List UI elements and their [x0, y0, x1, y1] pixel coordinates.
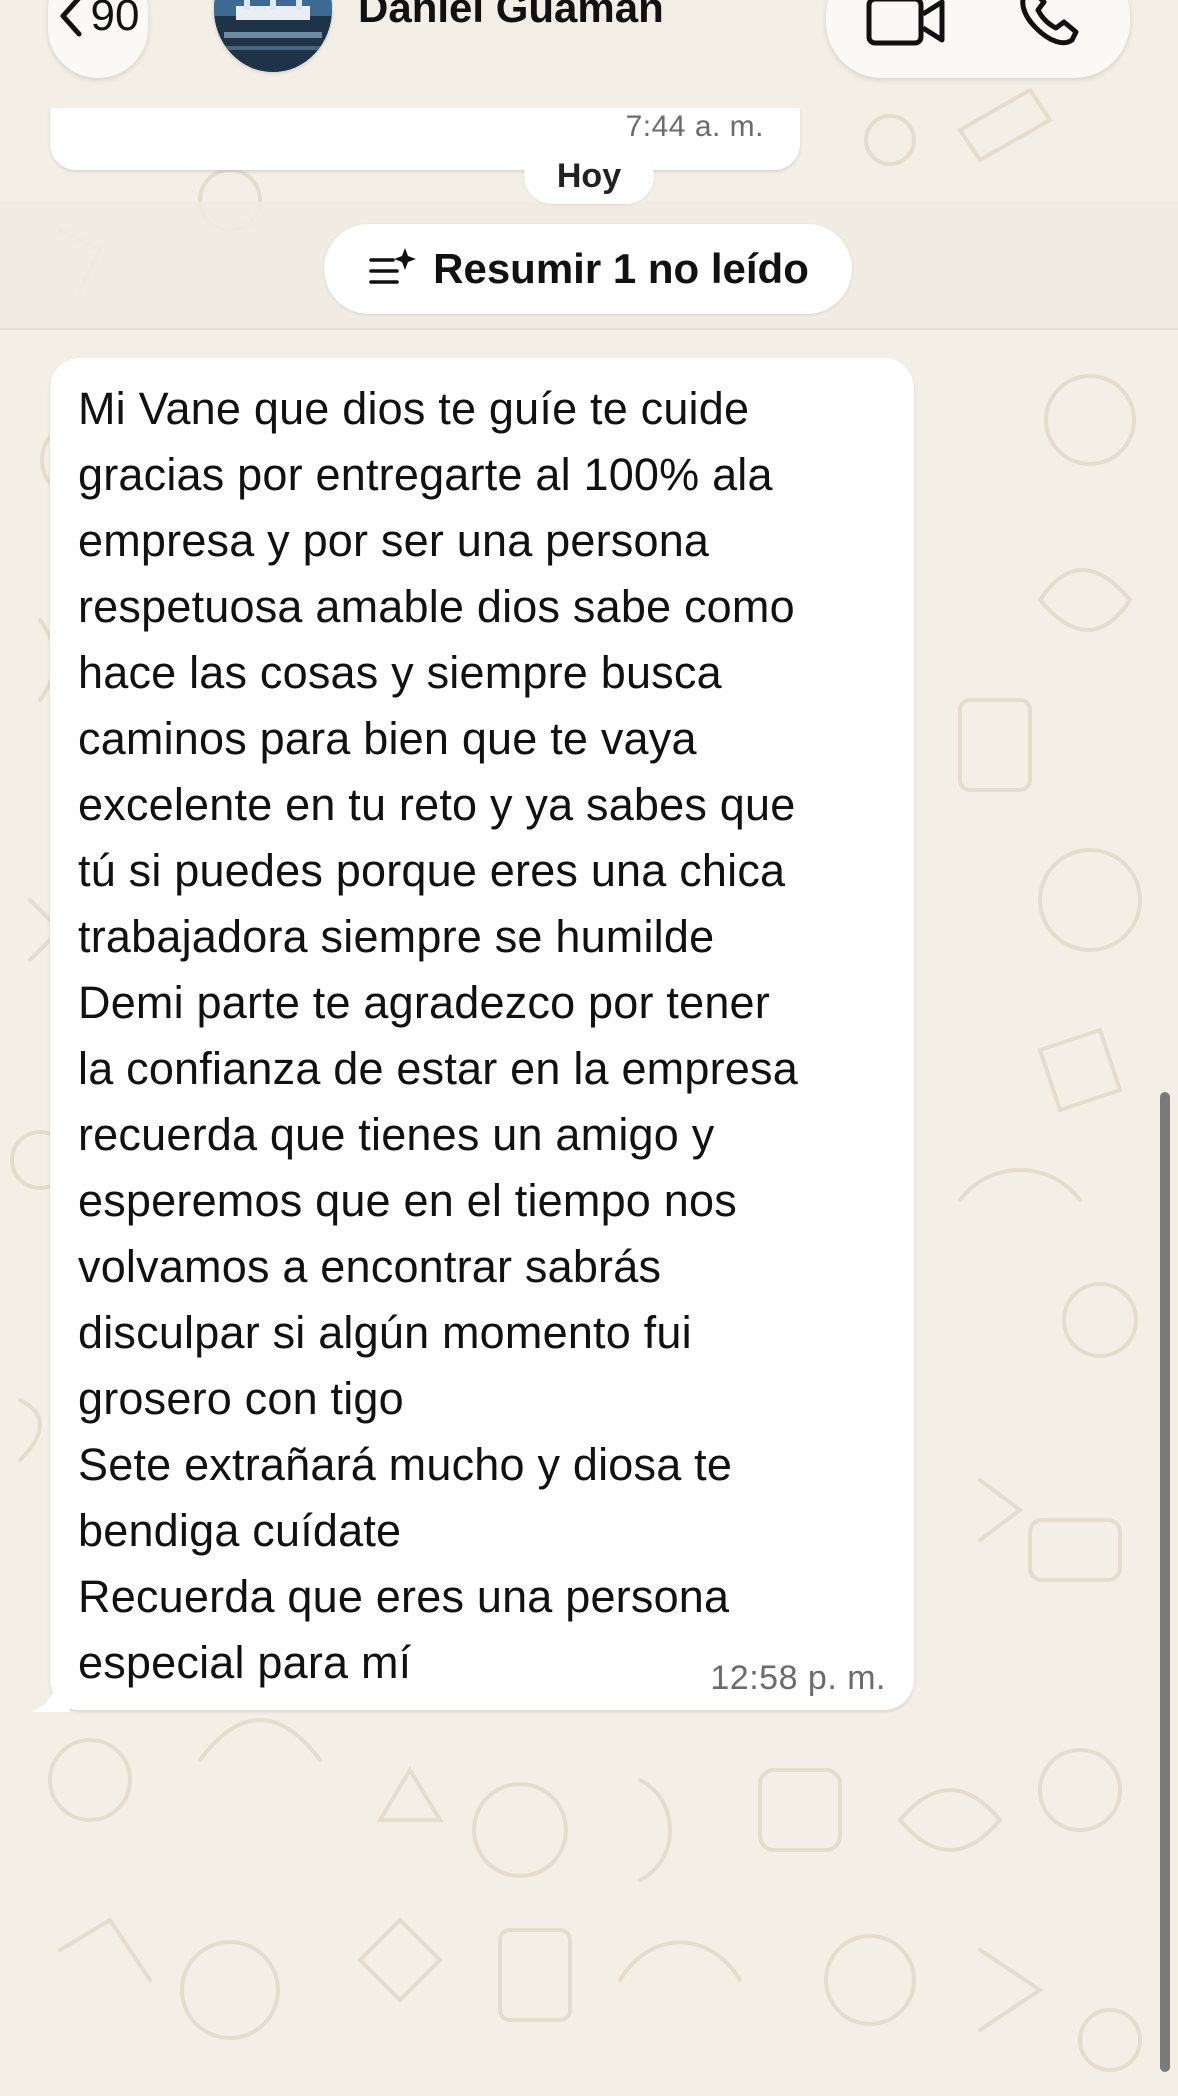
- message-timestamp: 7:44 a. m.: [625, 110, 764, 143]
- unread-count: 90: [90, 0, 140, 40]
- phone-icon[interactable]: [1016, 0, 1086, 50]
- avatar[interactable]: [214, 0, 332, 72]
- sparkle-list-icon: [369, 248, 417, 284]
- date-separator: Hoy: [524, 148, 654, 204]
- back-button[interactable]: 90: [48, 0, 148, 78]
- message-timestamp: 12:58 p. m.: [710, 1659, 886, 1697]
- call-actions: [826, 0, 1130, 78]
- previous-message-bubble[interactable]: 7:44 a. m.: [50, 108, 800, 170]
- summarize-label: Resumir 1 no leído: [433, 245, 809, 292]
- incoming-message-bubble[interactable]: Mi Vane que dios te guíe te cuide gracia…: [50, 358, 914, 1710]
- avatar-image: [214, 0, 332, 72]
- message-text: Mi Vane que dios te guíe te cuide gracia…: [78, 383, 798, 1688]
- contact-name[interactable]: Daniel Guaman: [358, 0, 664, 32]
- scroll-indicator[interactable]: [1160, 1092, 1170, 2072]
- bubble-tail: [30, 1690, 70, 1712]
- chat-header: 90 Daniel Guaman: [0, 0, 1178, 108]
- video-camera-icon[interactable]: [866, 0, 946, 46]
- chevron-left-icon: [60, 0, 82, 37]
- summarize-unread-button[interactable]: Resumir 1 no leído: [324, 224, 852, 314]
